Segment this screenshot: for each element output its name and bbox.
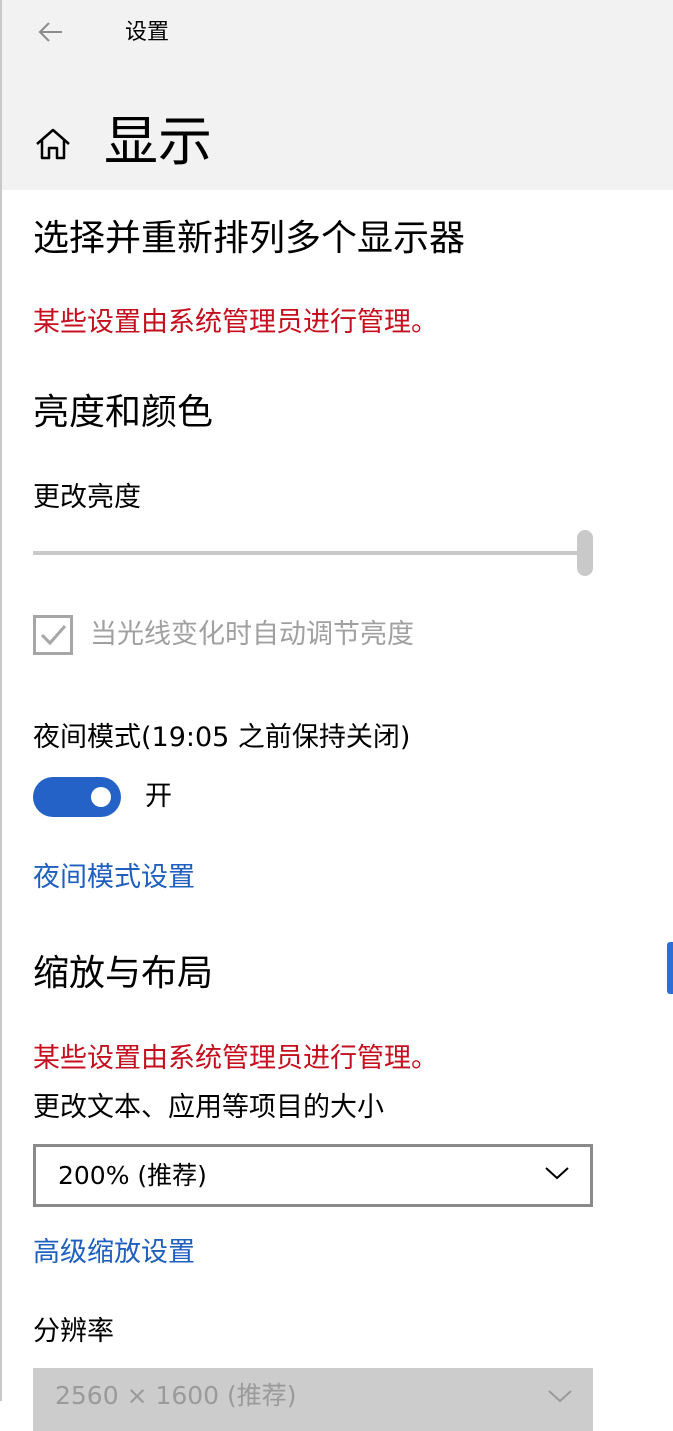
scale-dropdown-value: 200% (推荐): [58, 1161, 207, 1190]
brightness-slider-thumb[interactable]: [577, 530, 593, 576]
home-button[interactable]: [33, 124, 73, 164]
scale-dropdown[interactable]: 200% (推荐): [33, 1144, 593, 1207]
back-arrow-icon: [38, 22, 62, 42]
chevron-down-icon: [545, 1167, 569, 1180]
section-title-arrange-displays: 选择并重新排列多个显示器: [33, 218, 466, 259]
night-light-settings-link[interactable]: 夜间模式设置: [33, 860, 195, 896]
header: [2, 0, 673, 190]
night-light-toggle[interactable]: [33, 777, 121, 817]
chevron-down-icon: [548, 1390, 572, 1403]
night-light-label: 夜间模式(19:05 之前保持关闭): [33, 722, 411, 753]
resolution-label: 分辨率: [33, 1316, 114, 1347]
window-left-border: [0, 0, 2, 1401]
auto-brightness-label: 当光线变化时自动调节亮度: [90, 619, 414, 650]
advanced-scaling-link[interactable]: 高级缩放设置: [33, 1235, 195, 1271]
home-icon: [36, 128, 70, 160]
managed-notice-scale: 某些设置由系统管理员进行管理。: [33, 1043, 438, 1074]
window-title: 设置: [125, 20, 170, 45]
section-title-brightness-color: 亮度和颜色: [33, 392, 214, 433]
section-title-scale-layout: 缩放与布局: [33, 953, 214, 994]
resolution-dropdown-value: 2560 × 1600 (推荐): [55, 1381, 297, 1410]
brightness-slider-track[interactable]: [33, 551, 593, 555]
managed-notice: 某些设置由系统管理员进行管理。: [33, 307, 438, 338]
checkmark-icon: [40, 625, 67, 646]
night-light-state: 开: [145, 781, 172, 812]
brightness-label: 更改亮度: [33, 482, 141, 513]
back-button[interactable]: [34, 16, 66, 48]
auto-brightness-checkbox[interactable]: [33, 615, 73, 655]
toggle-knob: [91, 787, 111, 807]
scroll-indicator[interactable]: [667, 942, 673, 994]
resolution-dropdown[interactable]: 2560 × 1600 (推荐): [33, 1368, 593, 1431]
scale-label: 更改文本、应用等项目的大小: [33, 1092, 384, 1123]
page-title: 显示: [104, 110, 212, 173]
